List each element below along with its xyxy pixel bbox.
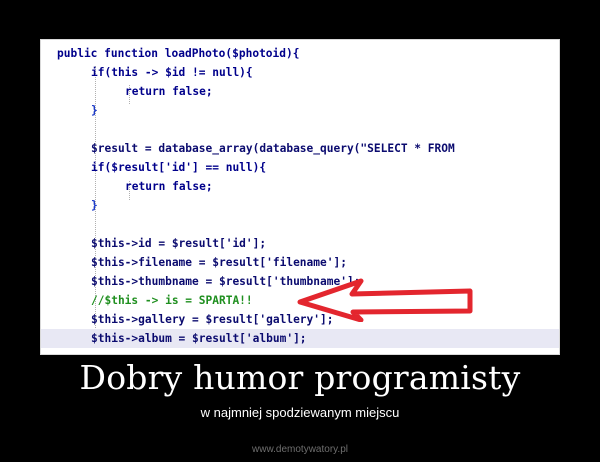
code-text: if($result['id'] == null){ [91, 161, 267, 174]
code-text: return false; [125, 85, 213, 98]
code-comment: //$this -> is = SPARTA!! [91, 294, 253, 307]
code-line-11: $this->id = $result['id']; [41, 234, 559, 253]
code-line-1: public function loadPhoto($photoid){ [41, 44, 559, 63]
code-text: $result = database_array(database_query(… [91, 142, 455, 155]
code-text: $this->filename = $result['filename']; [91, 256, 347, 269]
code-text: public function loadPhoto($photoid){ [57, 47, 300, 60]
code-text: if(this -> $id != null){ [91, 66, 253, 79]
code-text: } [91, 104, 98, 117]
code-line-9: } [41, 196, 559, 215]
code-text: $this->album = $result['album']; [91, 332, 307, 345]
caption-subtitle: w najmniej spodziewanym miejscu [200, 405, 400, 420]
code-line-3: return false; [41, 82, 559, 101]
code-line-7: if($result['id'] == null){ [41, 158, 559, 177]
code-text: $this->id = $result['id']; [91, 237, 267, 250]
code-line-16: $this->album = $result['album']; [41, 329, 559, 348]
code-line-2: if(this -> $id != null){ [41, 63, 559, 82]
red-arrow-icon [297, 278, 473, 322]
code-line-6: $result = database_array(database_query(… [41, 139, 559, 158]
caption-title: Dobry humor programisty [79, 358, 521, 397]
watermark: www.demotywatory.pl [252, 444, 348, 455]
code-text: } [91, 199, 98, 212]
code-text: return false; [125, 180, 213, 193]
code-line-8: return false; [41, 177, 559, 196]
code-line-12: $this->filename = $result['filename']; [41, 253, 559, 272]
code-line-4: } [41, 101, 559, 120]
